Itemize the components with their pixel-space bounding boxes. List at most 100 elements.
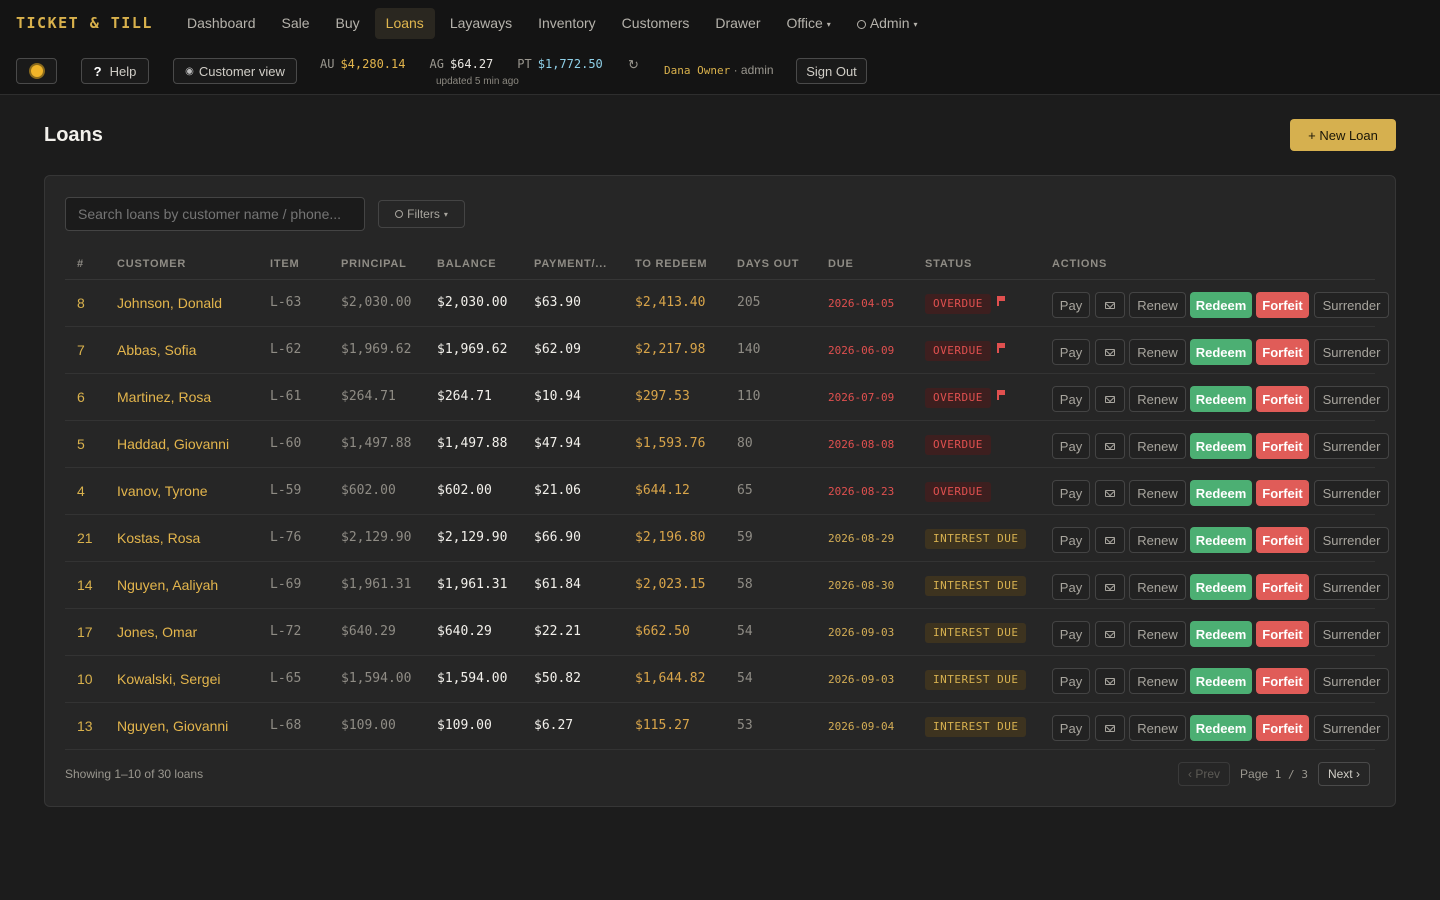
renew-button[interactable]: Renew — [1129, 339, 1186, 365]
pay-button[interactable]: Pay — [1052, 292, 1090, 318]
redeem-button[interactable]: Redeem — [1190, 715, 1252, 741]
customer-link[interactable]: Kostas, Rosa — [117, 530, 200, 546]
forfeit-button[interactable]: Forfeit — [1256, 433, 1309, 459]
renew-button[interactable]: Renew — [1129, 715, 1186, 741]
table-row[interactable]: 4 Ivanov, Tyrone L-59 $602.00 $602.00 $21.06 $… — [65, 468, 1389, 515]
loan-number[interactable]: 10 — [77, 671, 93, 687]
pay-button[interactable]: Pay — [1052, 621, 1090, 647]
help-button[interactable]: ? Help — [81, 58, 149, 84]
table-row[interactable]: 6 Martinez, Rosa L-61 $264.71 $264.71 $10.94 $… — [65, 374, 1389, 421]
surrender-button[interactable]: Surrender — [1314, 386, 1389, 412]
email-button[interactable] — [1095, 339, 1125, 365]
nav-customers[interactable]: Customers — [611, 8, 701, 39]
forfeit-button[interactable]: Forfeit — [1256, 527, 1309, 553]
table-row[interactable]: 7 Abbas, Sofia L-62 $1,969.62 $1,969.62 $62.0… — [65, 327, 1389, 374]
renew-button[interactable]: Renew — [1129, 668, 1186, 694]
customer-view-button[interactable]: ◉ Customer view — [173, 58, 297, 84]
surrender-button[interactable]: Surrender — [1314, 527, 1389, 553]
pay-button[interactable]: Pay — [1052, 339, 1090, 365]
pay-button[interactable]: Pay — [1052, 480, 1090, 506]
pay-button[interactable]: Pay — [1052, 574, 1090, 600]
surrender-button[interactable]: Surrender — [1314, 621, 1389, 647]
loan-number[interactable]: 8 — [77, 295, 85, 311]
brand-logo[interactable]: TICKET & TILL — [16, 14, 153, 32]
email-button[interactable] — [1095, 433, 1125, 459]
loan-number[interactable]: 14 — [77, 577, 93, 593]
redeem-button[interactable]: Redeem — [1190, 433, 1252, 459]
renew-button[interactable]: Renew — [1129, 527, 1186, 553]
forfeit-button[interactable]: Forfeit — [1256, 668, 1309, 694]
nav-loans[interactable]: Loans — [374, 8, 435, 39]
redeem-button[interactable]: Redeem — [1190, 574, 1252, 600]
sign-out-button[interactable]: Sign Out — [796, 58, 867, 84]
customer-link[interactable]: Kowalski, Sergei — [117, 671, 221, 687]
search-input[interactable] — [65, 197, 365, 231]
pay-button[interactable]: Pay — [1052, 527, 1090, 553]
surrender-button[interactable]: Surrender — [1314, 292, 1389, 318]
filters-button[interactable]: Filters ▾ — [378, 200, 465, 228]
table-row[interactable]: 8 Johnson, Donald L-63 $2,030.00 $2,030.00 $6… — [65, 280, 1389, 327]
customer-link[interactable]: Jones, Omar — [117, 624, 197, 640]
table-row[interactable]: 5 Haddad, Giovanni L-60 $1,497.88 $1,497.88 $… — [65, 421, 1389, 468]
loan-number[interactable]: 6 — [77, 389, 85, 405]
redeem-button[interactable]: Redeem — [1190, 621, 1252, 647]
forfeit-button[interactable]: Forfeit — [1256, 715, 1309, 741]
surrender-button[interactable]: Surrender — [1314, 668, 1389, 694]
redeem-button[interactable]: Redeem — [1190, 339, 1252, 365]
email-button[interactable] — [1095, 527, 1125, 553]
table-row[interactable]: 10 Kowalski, Sergei L-65 $1,594.00 $1,594.00… — [65, 656, 1389, 703]
pay-button[interactable]: Pay — [1052, 668, 1090, 694]
forfeit-button[interactable]: Forfeit — [1256, 292, 1309, 318]
loan-number[interactable]: 5 — [77, 436, 85, 452]
surrender-button[interactable]: Surrender — [1314, 339, 1389, 365]
next-page-button[interactable]: Next › — [1317, 762, 1370, 786]
table-row[interactable]: 13 Nguyen, Giovanni L-68 $109.00 $109.00 $6.2… — [65, 703, 1389, 750]
email-button[interactable] — [1095, 621, 1125, 647]
pay-button[interactable]: Pay — [1052, 386, 1090, 412]
redeem-button[interactable]: Redeem — [1190, 386, 1252, 412]
table-row[interactable]: 14 Nguyen, Aaliyah L-69 $1,961.31 $1,961.31 $… — [65, 562, 1389, 609]
refresh-icon[interactable]: ↻ — [628, 57, 639, 73]
renew-button[interactable]: Renew — [1129, 621, 1186, 647]
redeem-button[interactable]: Redeem — [1190, 480, 1252, 506]
redeem-button[interactable]: Redeem — [1190, 527, 1252, 553]
email-button[interactable] — [1095, 480, 1125, 506]
forfeit-button[interactable]: Forfeit — [1256, 621, 1309, 647]
prev-page-button[interactable]: ‹ Prev — [1178, 762, 1231, 786]
customer-link[interactable]: Nguyen, Aaliyah — [117, 577, 218, 593]
email-button[interactable] — [1095, 386, 1125, 412]
nav-buy[interactable]: Buy — [325, 8, 371, 39]
email-button[interactable] — [1095, 715, 1125, 741]
forfeit-button[interactable]: Forfeit — [1256, 386, 1309, 412]
nav-admin[interactable]: Admin ▾ — [846, 8, 929, 39]
loan-number[interactable]: 17 — [77, 624, 93, 640]
loan-number[interactable]: 13 — [77, 718, 93, 734]
customer-link[interactable]: Abbas, Sofia — [117, 342, 196, 358]
theme-toggle-button[interactable] — [16, 58, 57, 84]
customer-link[interactable]: Haddad, Giovanni — [117, 436, 229, 452]
redeem-button[interactable]: Redeem — [1190, 292, 1252, 318]
forfeit-button[interactable]: Forfeit — [1256, 574, 1309, 600]
loan-number[interactable]: 21 — [77, 530, 93, 546]
table-row[interactable]: 17 Jones, Omar L-72 $640.29 $640.29 $22.21 $66… — [65, 609, 1389, 656]
renew-button[interactable]: Renew — [1129, 574, 1186, 600]
forfeit-button[interactable]: Forfeit — [1256, 339, 1309, 365]
new-loan-button[interactable]: + New Loan — [1290, 119, 1396, 151]
renew-button[interactable]: Renew — [1129, 433, 1186, 459]
nav-sale[interactable]: Sale — [271, 8, 321, 39]
customer-link[interactable]: Martinez, Rosa — [117, 389, 211, 405]
table-row[interactable]: 21 Kostas, Rosa L-76 $2,129.90 $2,129.90 $66.… — [65, 515, 1389, 562]
nav-drawer[interactable]: Drawer — [704, 8, 771, 39]
pay-button[interactable]: Pay — [1052, 433, 1090, 459]
customer-link[interactable]: Nguyen, Giovanni — [117, 718, 228, 734]
redeem-button[interactable]: Redeem — [1190, 668, 1252, 694]
nav-office[interactable]: Office ▾ — [775, 8, 841, 39]
nav-dashboard[interactable]: Dashboard — [176, 8, 267, 39]
customer-link[interactable]: Ivanov, Tyrone — [117, 483, 208, 499]
surrender-button[interactable]: Surrender — [1314, 480, 1389, 506]
loan-number[interactable]: 4 — [77, 483, 85, 499]
nav-inventory[interactable]: Inventory — [527, 8, 607, 39]
email-button[interactable] — [1095, 292, 1125, 318]
renew-button[interactable]: Renew — [1129, 386, 1186, 412]
forfeit-button[interactable]: Forfeit — [1256, 480, 1309, 506]
